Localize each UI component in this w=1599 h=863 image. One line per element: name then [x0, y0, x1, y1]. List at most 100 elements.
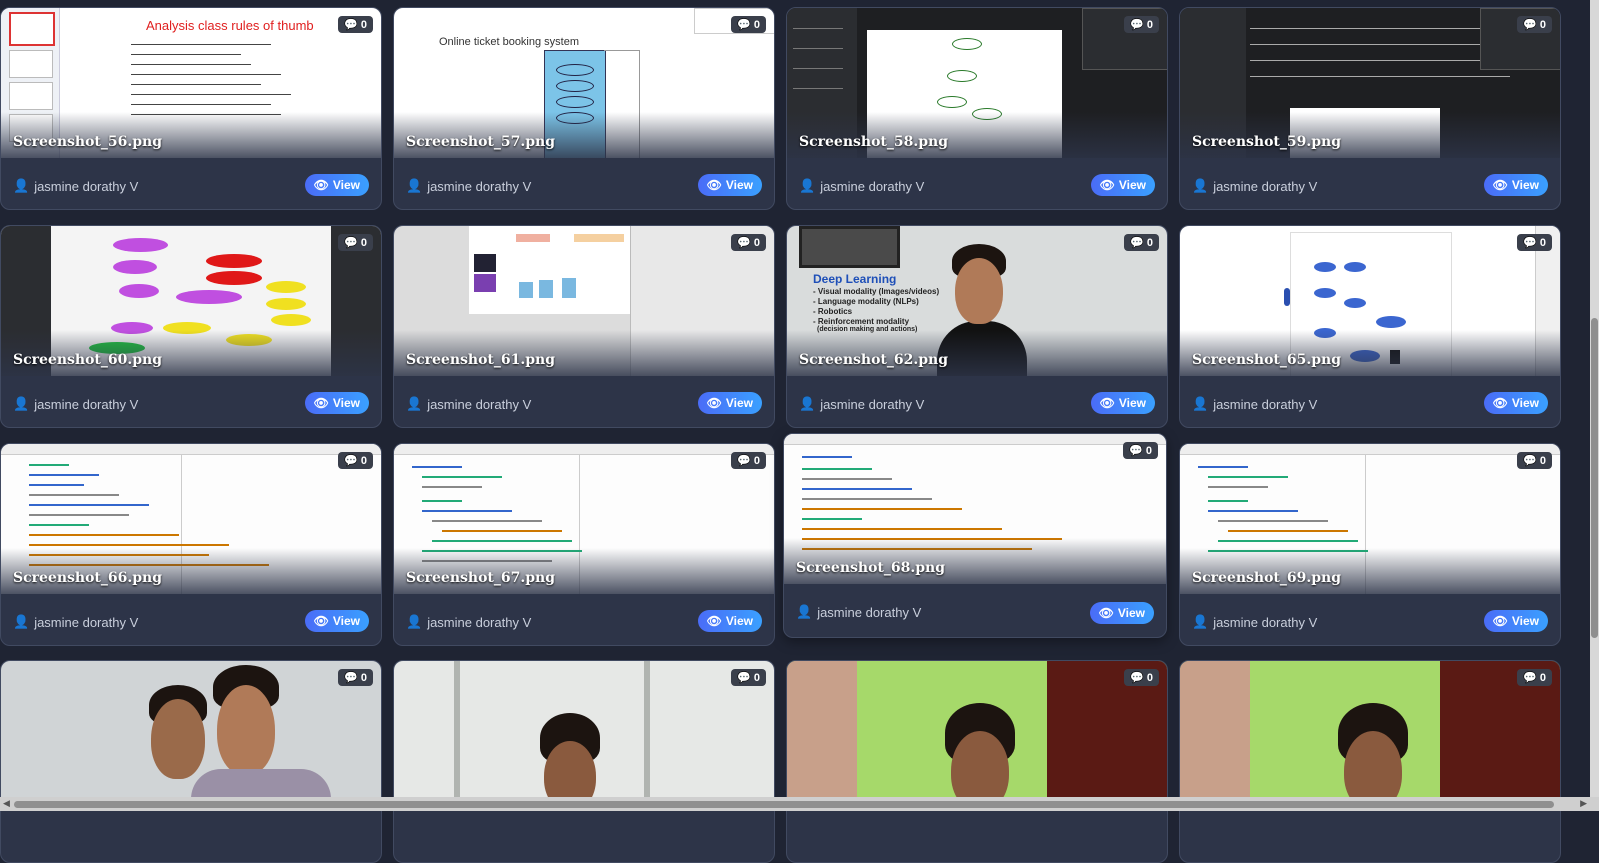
thumbnail[interactable]: Online ticket booking system Screenshot_…: [394, 8, 774, 158]
card-screenshot-57[interactable]: Online ticket booking system Screenshot_…: [393, 7, 775, 210]
screenshot-grid: Analysis class rules of thumb Screenshot…: [0, 0, 1590, 863]
vertical-scrollbar[interactable]: [1590, 0, 1599, 811]
thumbnail[interactable]: Screenshot_60.png: [1, 226, 381, 376]
comments-icon: 💬: [1523, 672, 1537, 684]
file-name: Screenshot_60.png: [13, 352, 162, 368]
comment-count-badge[interactable]: 💬 0: [731, 234, 766, 251]
slide-title: Analysis class rules of thumb: [146, 18, 314, 33]
view-button[interactable]: 👁 View: [1483, 610, 1548, 632]
view-button[interactable]: 👁 View: [1483, 174, 1548, 196]
thumbnail[interactable]: Screenshot_69.png: [1180, 444, 1560, 594]
view-button[interactable]: 👁 View: [1090, 174, 1155, 196]
comments-icon: 💬: [737, 672, 751, 684]
author: 👤 jasmine dorathy V: [13, 178, 139, 194]
view-button[interactable]: 👁 View: [697, 174, 762, 196]
comment-count-badge[interactable]: 💬 0: [1517, 669, 1552, 686]
view-button[interactable]: 👁 View: [304, 174, 369, 196]
card-screenshot-62[interactable]: Deep Learning - Visual modality (Images/…: [786, 225, 1168, 428]
card-webcam-4[interactable]: 💬 0: [1179, 660, 1561, 863]
card-screenshot-69[interactable]: Screenshot_69.png 💬 0 👤 jasmine dorathy V …: [1179, 443, 1561, 646]
thumbnail[interactable]: Screenshot_61.png: [394, 226, 774, 376]
card-screenshot-65[interactable]: Screenshot_65.png 💬 0 👤 jasmine dorathy V …: [1179, 225, 1561, 428]
view-button[interactable]: 👁 View: [1483, 392, 1548, 414]
comment-count-badge[interactable]: 💬 0: [731, 452, 766, 469]
author: 👤 jasmine dorathy V: [796, 604, 922, 620]
eye-icon: 👁: [313, 396, 329, 410]
card-webcam-2[interactable]: 💬 0: [393, 660, 775, 863]
scroll-left-icon[interactable]: ◀: [3, 798, 10, 809]
thumbnail[interactable]: Screenshot_67.png: [394, 444, 774, 594]
view-button[interactable]: 👁 View: [304, 392, 369, 414]
thumbnail[interactable]: Analysis class rules of thumb Screenshot…: [1, 8, 381, 158]
comment-count-badge[interactable]: 💬 0: [1123, 442, 1158, 459]
user-icon: 👤: [1192, 614, 1209, 629]
file-name: Screenshot_59.png: [1192, 134, 1341, 150]
comment-count-badge[interactable]: 💬 0: [731, 669, 766, 686]
comment-count-badge[interactable]: 💬 0: [1517, 452, 1552, 469]
user-icon: 👤: [1192, 396, 1209, 411]
comment-count-badge[interactable]: 💬 0: [338, 452, 373, 469]
card-screenshot-67[interactable]: Screenshot_67.png 💬 0 👤 jasmine dorathy V …: [393, 443, 775, 646]
comment-count-badge[interactable]: 💬 0: [1517, 16, 1552, 33]
thumbnail[interactable]: Screenshot_68.png: [784, 434, 1166, 584]
user-icon: 👤: [13, 396, 30, 411]
view-button[interactable]: 👁 View: [697, 610, 762, 632]
horizontal-scrollbar[interactable]: ◀ ▶: [0, 797, 1599, 811]
vertical-scroll-thumb[interactable]: [1591, 318, 1598, 638]
comment-count-badge[interactable]: 💬 0: [338, 16, 373, 33]
comment-count-badge[interactable]: 💬 0: [338, 669, 373, 686]
comment-count-badge[interactable]: 💬 0: [338, 234, 373, 251]
view-button[interactable]: 👁 View: [1089, 602, 1154, 624]
horizontal-scroll-thumb[interactable]: [14, 801, 1554, 808]
comment-count-badge[interactable]: 💬 0: [731, 16, 766, 33]
thumbnail[interactable]: Screenshot_59.png: [1180, 8, 1560, 158]
comments-icon: 💬: [1130, 19, 1144, 31]
card-screenshot-60[interactable]: Screenshot_60.png 💬 0 👤 jasmine dorathy V …: [0, 225, 382, 428]
comment-count-badge[interactable]: 💬 0: [1124, 16, 1159, 33]
comments-icon: 💬: [344, 455, 358, 467]
file-name: Screenshot_56.png: [13, 134, 162, 150]
view-button[interactable]: 👁 View: [697, 392, 762, 414]
slide-title: Deep Learning: [813, 272, 897, 286]
comment-count-badge[interactable]: 💬 0: [1517, 234, 1552, 251]
thumbnail[interactable]: [787, 661, 1167, 811]
user-icon: 👤: [406, 178, 423, 193]
card-screenshot-66[interactable]: Screenshot_66.png 💬 0 👤 jasmine dorathy V …: [0, 443, 382, 646]
thumbnail[interactable]: Screenshot_65.png: [1180, 226, 1560, 376]
card-screenshot-59[interactable]: Screenshot_59.png 💬 0 👤 jasmine dorathy V …: [1179, 7, 1561, 210]
user-icon: 👤: [406, 614, 423, 629]
author: 👤 jasmine dorathy V: [406, 178, 532, 194]
card-screenshot-68[interactable]: Screenshot_68.png 💬 0 👤 jasmine dorathy V …: [783, 433, 1167, 638]
eye-icon: 👁: [1099, 396, 1115, 410]
view-button[interactable]: 👁 View: [304, 610, 369, 632]
author: 👤 jasmine dorathy V: [406, 614, 532, 630]
comments-icon: 💬: [1523, 455, 1537, 467]
file-name: Screenshot_57.png: [406, 134, 555, 150]
comments-icon: 💬: [344, 237, 358, 249]
thumbnail[interactable]: Deep Learning - Visual modality (Images/…: [787, 226, 1167, 376]
user-icon: 👤: [1192, 178, 1209, 193]
comment-count-badge[interactable]: 💬 0: [1124, 669, 1159, 686]
user-icon: 👤: [13, 614, 30, 629]
thumbnail[interactable]: Screenshot_58.png: [787, 8, 1167, 158]
card-screenshot-56[interactable]: Analysis class rules of thumb Screenshot…: [0, 7, 382, 210]
author: 👤 jasmine dorathy V: [1192, 396, 1318, 412]
thumbnail[interactable]: Screenshot_66.png: [1, 444, 381, 594]
view-button[interactable]: 👁 View: [1090, 392, 1155, 414]
comments-icon: 💬: [1523, 237, 1537, 249]
card-webcam-1[interactable]: 💬 0: [0, 660, 382, 863]
card-webcam-3[interactable]: 💬 0: [786, 660, 1168, 863]
comments-icon: 💬: [344, 672, 358, 684]
author: 👤 jasmine dorathy V: [13, 396, 139, 412]
thumbnail[interactable]: [1, 661, 381, 811]
card-screenshot-61[interactable]: Screenshot_61.png 💬 0 👤 jasmine dorathy V …: [393, 225, 775, 428]
file-name: Screenshot_62.png: [799, 352, 948, 368]
comments-icon: 💬: [737, 455, 751, 467]
eye-icon: 👁: [1492, 396, 1508, 410]
card-screenshot-58[interactable]: Screenshot_58.png 💬 0 👤 jasmine dorathy V …: [786, 7, 1168, 210]
thumbnail[interactable]: [394, 661, 774, 811]
user-icon: 👤: [796, 604, 813, 619]
comment-count-badge[interactable]: 💬 0: [1124, 234, 1159, 251]
thumbnail[interactable]: [1180, 661, 1560, 811]
scroll-right-icon[interactable]: ▶: [1580, 798, 1587, 809]
